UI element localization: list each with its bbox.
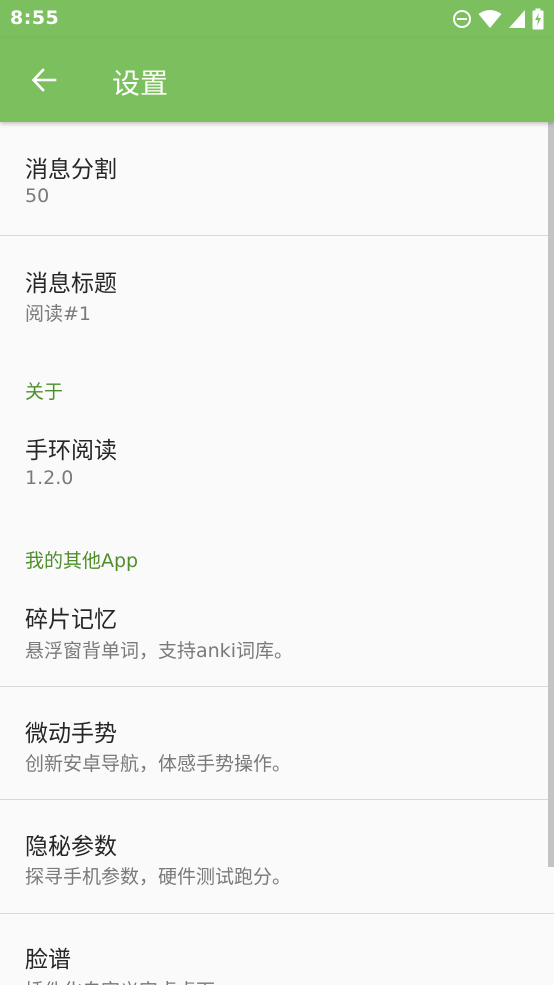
pref-message-title[interactable]: 消息标题 阅读#1	[0, 236, 554, 348]
pref-summary: 阅读#1	[25, 303, 92, 325]
category-other-apps: 我的其他App	[25, 550, 139, 572]
battery-charging-icon	[532, 8, 544, 30]
page-title: 设置	[112, 67, 169, 100]
pref-title: 碎片记忆	[25, 607, 117, 633]
pref-summary: 50	[25, 185, 50, 207]
arrow-back-icon	[31, 68, 57, 92]
cell-signal-icon	[509, 10, 525, 28]
back-button[interactable]	[22, 58, 66, 102]
pref-title: 隐秘参数	[25, 834, 117, 860]
do-not-disturb-icon	[453, 10, 471, 28]
category-about: 关于	[25, 381, 64, 403]
pref-title: 微动手势	[25, 721, 117, 747]
pref-title: 消息分割	[25, 157, 117, 183]
pref-message-split[interactable]: 消息分割 50	[0, 122, 554, 235]
status-bar: 8:55	[0, 0, 554, 38]
pref-app-version[interactable]: 手环阅读 1.2.0	[0, 406, 554, 518]
pref-app-hidden-params[interactable]: 隐秘参数 探寻手机参数，硬件测试跑分。	[0, 800, 554, 913]
pref-summary: 悬浮窗背单词，支持anki词库。	[25, 640, 293, 662]
pref-title: 消息标题	[25, 271, 117, 297]
pref-app-fragment-memory[interactable]: 碎片记忆 悬浮窗背单词，支持anki词库。	[0, 574, 554, 686]
status-icons	[452, 8, 544, 30]
pref-summary: 创新安卓导航，体感手势操作。	[25, 753, 292, 775]
status-time: 8:55	[10, 7, 60, 29]
scrollbar[interactable]	[548, 122, 554, 867]
pref-app-micro-gesture[interactable]: 微动手势 创新安卓导航，体感手势操作。	[0, 687, 554, 799]
pref-title: 手环阅读	[25, 438, 117, 464]
pref-app-face-mask[interactable]: 脸谱 插件化自定义安卓桌面	[0, 914, 554, 985]
pref-summary: 插件化自定义安卓桌面	[25, 976, 215, 985]
pref-title: 脸谱	[25, 947, 71, 973]
pref-summary: 1.2.0	[25, 467, 74, 489]
wifi-icon	[478, 10, 502, 28]
pref-summary: 探寻手机参数，硬件测试跑分。	[25, 866, 292, 888]
app-bar: 设置	[0, 38, 554, 122]
settings-list[interactable]: 消息分割 50 消息标题 阅读#1 关于 手环阅读 1.2.0 我的其他App …	[0, 122, 554, 985]
